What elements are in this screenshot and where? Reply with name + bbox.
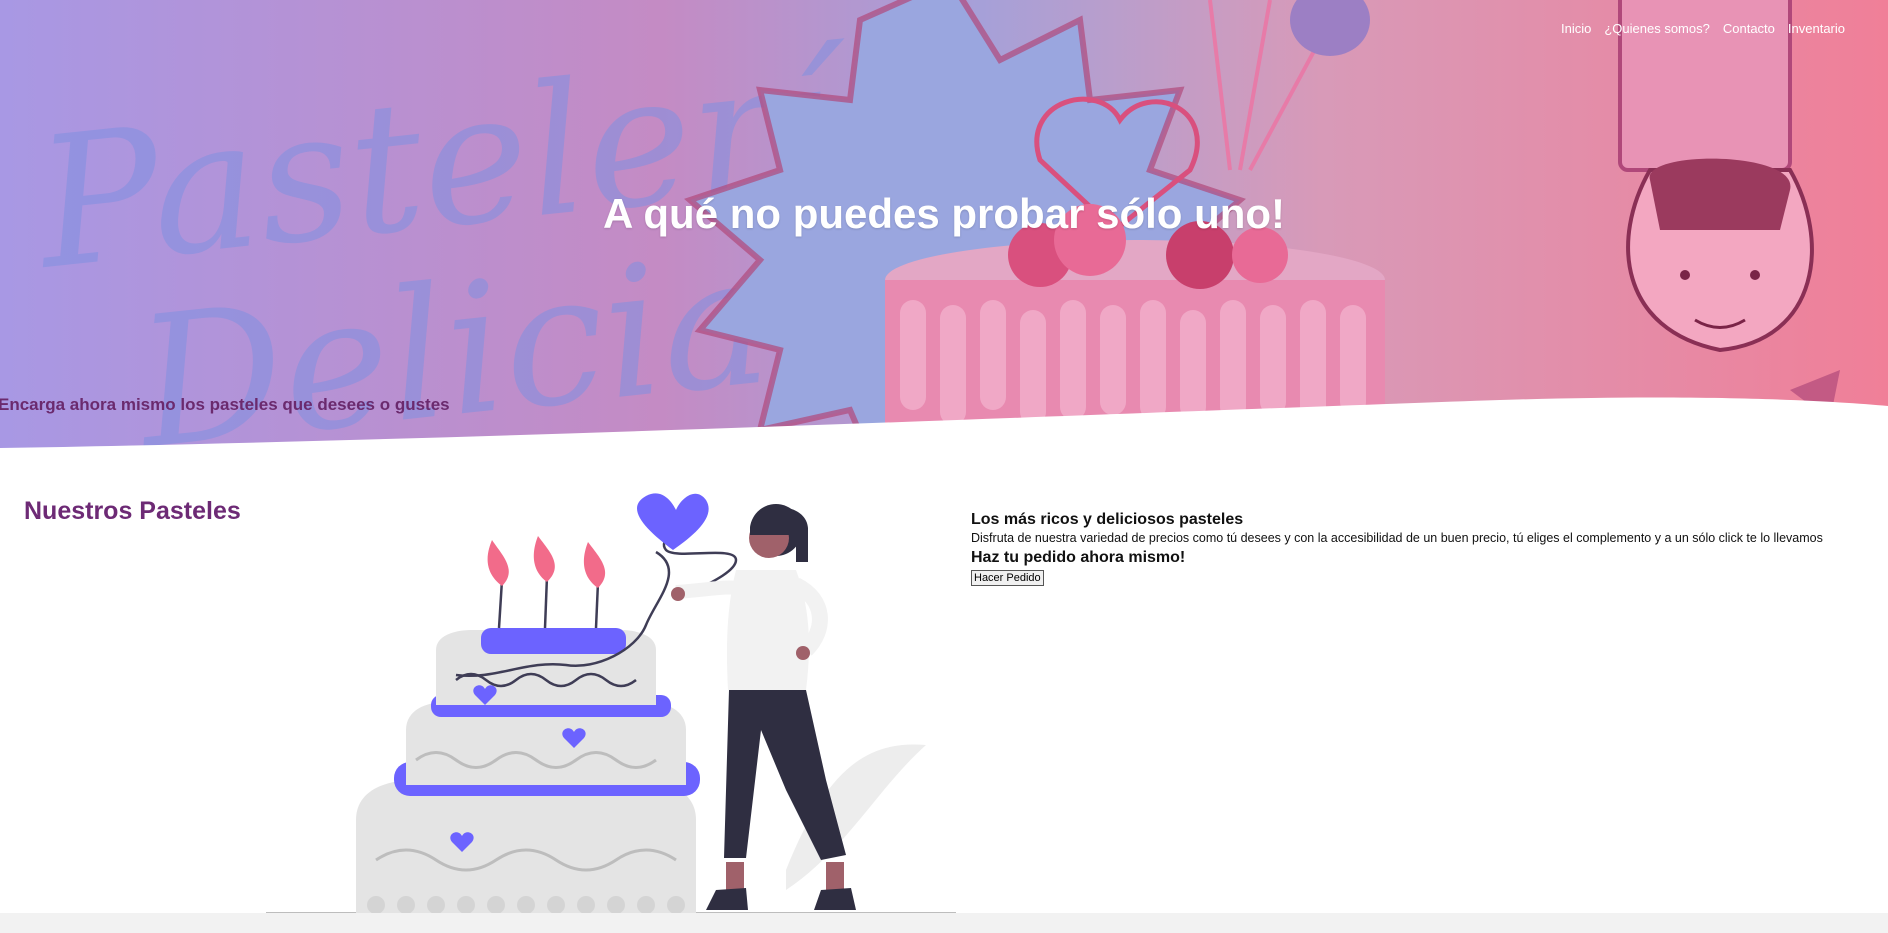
section-title: Nuestros Pasteles (24, 497, 241, 525)
nav-inicio[interactable]: Inicio (1561, 21, 1591, 36)
nav-inventario[interactable]: Inventario (1788, 21, 1845, 36)
heart-balloon-icon (637, 493, 709, 550)
info-panel: Los más ricos y deliciosos pasteles Disf… (971, 511, 1823, 586)
cta-heading: Haz tu pedido ahora mismo! (971, 549, 1186, 566)
hero-wave-divider (0, 397, 1888, 450)
info-heading: Los más ricos y deliciosos pasteles (971, 511, 1244, 528)
hacer-pedido-button[interactable]: Hacer Pedido (971, 570, 1044, 586)
nav-quienes-somos[interactable]: ¿Quienes somos? (1604, 21, 1710, 36)
footer-strip (0, 913, 1888, 933)
nav-contacto[interactable]: Contacto (1723, 21, 1775, 36)
top-navigation: Inicio ¿Quienes somos? Contacto Inventar… (1561, 21, 1845, 36)
hero-title: A qué no puedes probar sólo uno! (602, 190, 1286, 237)
info-body: Disfruta de nuestra variedad de precios … (971, 531, 1823, 545)
cake-illustration (266, 493, 956, 915)
hero-subtitle: Encarga ahora mismo los pasteles que des… (0, 395, 450, 414)
